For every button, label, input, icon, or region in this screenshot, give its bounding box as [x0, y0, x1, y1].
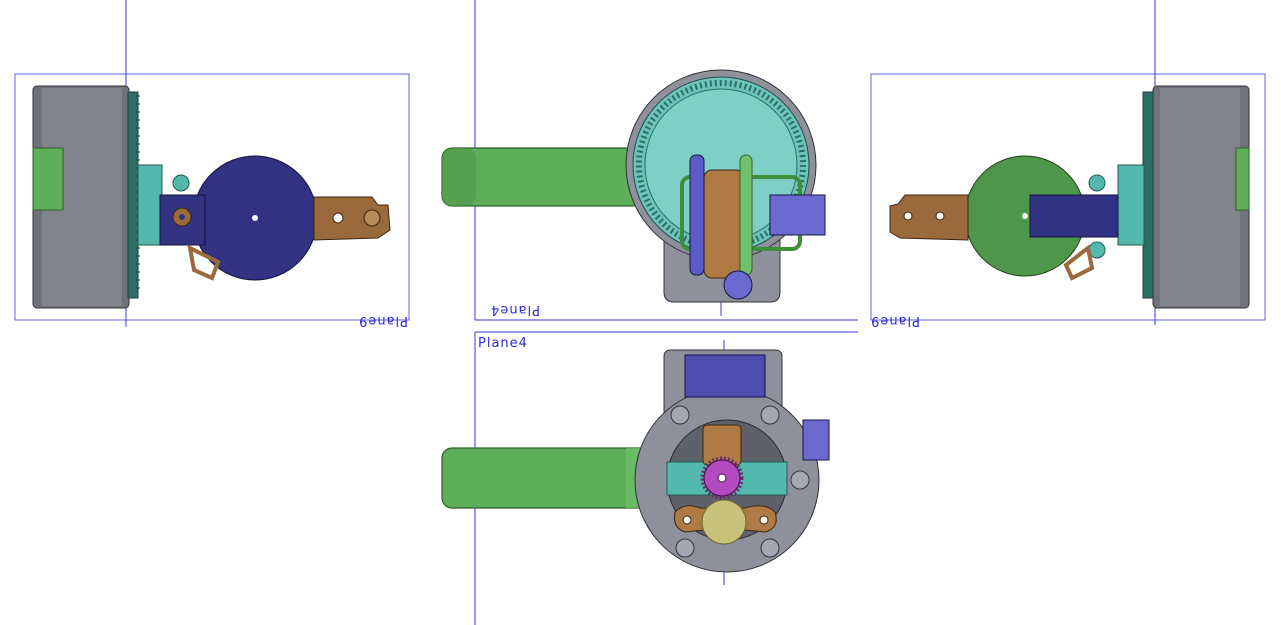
- left-pivot-pin: [179, 214, 185, 220]
- left-bracket-hole-1: [332, 212, 344, 224]
- left-bracket-hole-2: [363, 209, 381, 227]
- bottom-plane-label: Plane4: [478, 336, 528, 351]
- bottom-servo-side: [802, 419, 830, 461]
- top-servo: [769, 194, 826, 236]
- top-blue-ring-left: [689, 154, 705, 276]
- bottom-housing-hole-4: [675, 538, 695, 558]
- right-bracket-hole-2: [903, 211, 913, 221]
- bottom-cam-hole-right: [759, 515, 769, 525]
- top-bronze-core: [703, 169, 745, 279]
- right-servo: [1029, 194, 1119, 238]
- top-handle-end: [442, 148, 476, 206]
- bottom-view: Plane4: [441, 331, 858, 625]
- cad-drawing-viewport: Plane9 Plane4 Plane9 Plane4: [14, 0, 1266, 625]
- bottom-servo-block: [684, 354, 766, 398]
- right-teal-hub: [1117, 164, 1145, 246]
- right-view: Plane9: [870, 0, 1266, 328]
- bottom-pinion-hub: [717, 473, 727, 483]
- left-view: Plane9: [14, 0, 410, 328]
- left-disc-hole: [252, 215, 258, 221]
- top-small-pinion: [723, 270, 753, 300]
- right-bracket-hole-1: [935, 211, 945, 221]
- right-housing-highlight: [1160, 88, 1240, 306]
- right-plane-label: Plane9: [870, 313, 920, 328]
- right-bronze-bracket: [889, 194, 969, 241]
- right-green-tab: [1235, 147, 1250, 211]
- left-green-tab: [32, 147, 64, 211]
- left-teal-hub: [137, 164, 163, 246]
- top-view: Plane4: [441, 0, 858, 321]
- left-top-boss: [172, 174, 190, 192]
- bottom-housing-hole-3: [790, 470, 810, 490]
- top-green-ring-right: [739, 154, 753, 276]
- right-top-boss: [1088, 174, 1106, 192]
- right-disc-hole: [1022, 213, 1028, 219]
- bottom-housing-hole-2: [760, 405, 780, 425]
- bottom-housing-hole-5: [760, 538, 780, 558]
- bottom-cam-yellow: [701, 499, 747, 545]
- bottom-housing-hole-1: [670, 405, 690, 425]
- bottom-cam-hole-left: [682, 515, 692, 525]
- left-gear-strip: [127, 91, 139, 299]
- top-plane-label: Plane4: [490, 302, 540, 317]
- left-plane-label: Plane9: [358, 313, 408, 328]
